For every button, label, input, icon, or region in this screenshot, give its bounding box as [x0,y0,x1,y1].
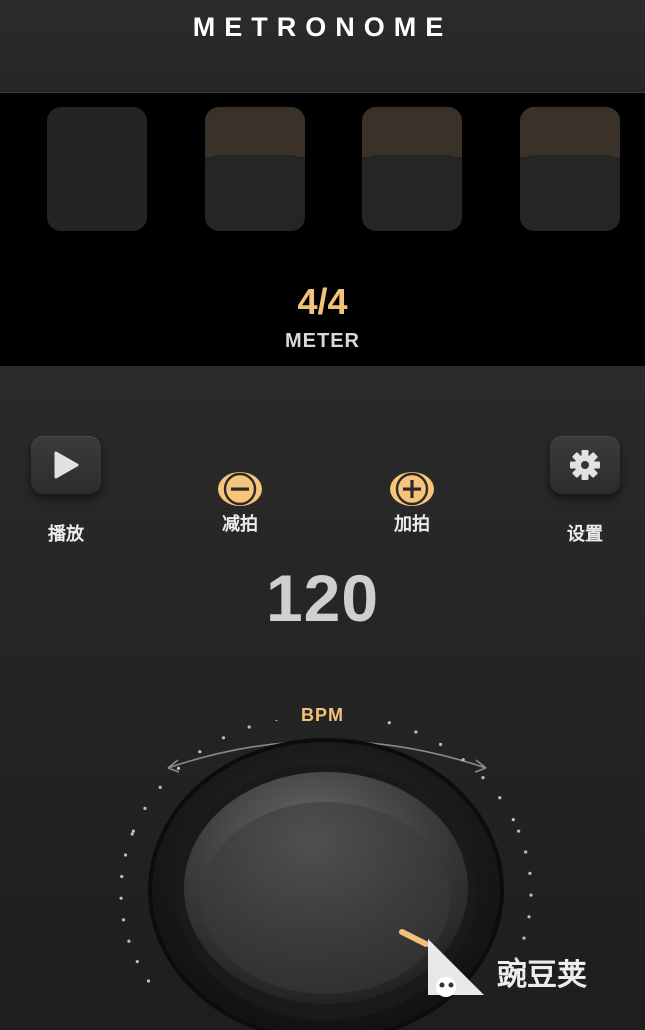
play-button[interactable] [31,436,101,494]
dial-tick [176,766,181,770]
dial-tick [127,939,131,943]
beat-indicator-2[interactable] [205,107,305,231]
plus-icon [395,472,429,506]
settings-label: 设置 [567,524,603,544]
dial-tick [528,871,532,875]
beat-indicator-face [362,155,462,231]
dial-knob-face [202,802,450,994]
play-icon [54,451,79,479]
beat-indicator-lip [520,107,620,157]
dial-tick [158,785,162,789]
dial-tick [527,915,531,919]
meter-label: METER [285,330,360,352]
beat-indicator-lip [205,107,305,157]
beat-indicator-3[interactable] [362,107,462,231]
dial-tick [146,979,151,983]
decrease-label: 减拍 [222,514,258,534]
play-label: 播放 [48,524,84,544]
dial-tick [120,874,124,879]
meter-value[interactable]: 4/4 [0,281,645,323]
bpm-value: 120 [265,561,380,635]
watermark-text: 豌豆荚 [497,959,587,992]
dial-tick [130,832,134,836]
app-header: METRONOME [0,0,645,92]
dial-tick [135,960,139,964]
increase-label: 加拍 [394,514,430,534]
dial-tick [121,918,126,922]
beat-indicator-face [520,155,620,231]
dial-tick [123,853,128,857]
beat-indicator-lip [362,107,462,157]
dial-tick [414,730,418,734]
beat-panel: 4/4 METER [0,92,645,367]
dial-tick [461,758,465,762]
beat-indicator-1[interactable] [47,107,147,231]
settings-button[interactable] [550,436,620,494]
dial-tick [131,829,135,833]
dial-tick [517,829,521,833]
dial-tick [143,806,147,810]
dial-tick [524,850,528,854]
app-title: METRONOME [192,12,453,42]
dial-tick [198,750,202,754]
beat-indicator-face [205,155,305,231]
dial-tick [221,736,226,740]
dial-tick [274,720,278,721]
dial-tick [498,796,502,800]
dial-tick [387,721,391,725]
beat-indicator-4[interactable] [520,107,620,231]
increase-button[interactable] [390,472,434,506]
minus-icon [223,472,257,506]
dial-tick [119,896,123,900]
dial-tick [481,776,485,780]
dial-tick [529,893,533,897]
dial-tick [439,742,443,746]
dial-tick [247,725,251,729]
gear-icon [570,450,600,480]
dial-tick [511,818,515,822]
decrease-button[interactable] [218,472,262,506]
